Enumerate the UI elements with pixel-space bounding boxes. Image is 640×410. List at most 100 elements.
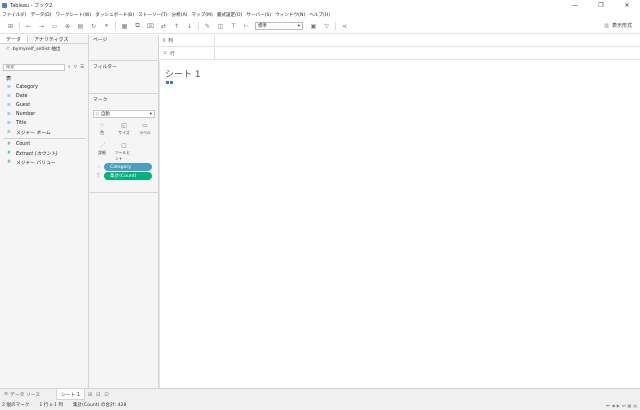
search-row: ⌕ ▽ ☰	[3, 63, 86, 71]
field-category[interactable]: ≡ Category	[0, 83, 89, 92]
new-datasource-icon[interactable]: ⊕	[63, 22, 72, 30]
sheet-tab-1[interactable]: シート 1	[56, 389, 85, 400]
tab-analytics[interactable]: アナリティクス	[28, 35, 74, 43]
save-icon[interactable]: ▭	[50, 22, 59, 30]
measure-icon: #	[7, 151, 11, 156]
new-story-tab-icon[interactable]: ⊡	[104, 392, 108, 398]
datasource-item[interactable]: ⊂ bymyself_setlist 抽出	[0, 44, 88, 54]
duplicate-icon[interactable]: ⧉	[133, 22, 142, 30]
redo-icon[interactable]: →	[37, 22, 46, 30]
mark-square[interactable]	[166, 81, 169, 84]
field-measure-values[interactable]: # メジャー バリュー	[0, 158, 89, 167]
chevron-down-icon: ▾	[149, 111, 152, 117]
color-label: 色	[100, 130, 104, 135]
new-dashboard-tab-icon[interactable]: ⊟	[96, 392, 100, 398]
group-icon[interactable]: ◫	[216, 22, 225, 30]
fit-value: 標準	[258, 24, 267, 29]
menu-file[interactable]: ファイル(F)	[2, 12, 27, 18]
field-label: Date	[16, 94, 28, 99]
rows-shelf[interactable]: ≡ 行	[159, 47, 640, 60]
viz-canvas[interactable]: シート 1	[159, 61, 640, 388]
close-button[interactable]: ✕	[614, 0, 640, 10]
pages-card[interactable]: ページ	[89, 35, 159, 61]
card-visibility-icon[interactable]: ▣	[309, 22, 318, 30]
menu-map[interactable]: マップ(M)	[191, 12, 212, 18]
mark-square[interactable]	[170, 81, 173, 84]
tab-data[interactable]: データ	[0, 35, 29, 43]
category-pill[interactable]: Category	[104, 163, 152, 171]
next-sheet-icon[interactable]: ▶	[617, 403, 620, 408]
last-sheet-icon[interactable]: ⏭	[622, 403, 626, 408]
clear-sheet-icon[interactable]: ⌧	[146, 22, 155, 30]
label-icon[interactable]: T	[229, 22, 238, 30]
new-worksheet-tab-icon[interactable]: ⊞	[88, 392, 92, 398]
first-sheet-icon[interactable]: ⏮	[606, 403, 610, 408]
new-worksheet-icon[interactable]: ▤	[76, 22, 85, 30]
field-label: Count	[16, 142, 31, 147]
menu-dashboard[interactable]: ダッシュボード(B)	[95, 12, 134, 18]
show-me-label: 表示形式	[611, 23, 632, 29]
size-button[interactable]: ◱ サイズ	[115, 122, 133, 138]
filters-label: フィルター	[93, 65, 117, 70]
field-date[interactable]: ≡ Date	[0, 92, 89, 101]
menu-format[interactable]: 書式設定(O)	[217, 12, 243, 18]
swap-icon[interactable]: ⇄	[159, 22, 168, 30]
menu-bar: ファイル(F) データ(D) ワークシート(W) ダッシュボード(B) ストーリ…	[0, 10, 640, 19]
sheet-sorter-icon[interactable]: ▦	[627, 403, 631, 408]
toolbar-divider	[335, 22, 336, 30]
field-measure-names[interactable]: ≡ メジャー ネーム	[0, 128, 89, 137]
sort-desc-icon[interactable]: ↓	[185, 22, 194, 30]
tooltip-label: ツールヒント	[115, 150, 131, 161]
view-toggle-icon[interactable]: ☰	[80, 65, 84, 70]
tableau-home-icon[interactable]: ⊞	[6, 22, 15, 30]
fit-dropdown[interactable]: 標準 ▾	[255, 22, 303, 30]
share-icon[interactable]: ⋖	[340, 22, 349, 30]
menu-window[interactable]: ウィンドウ(N)	[275, 12, 305, 18]
window-controls: — ❐ ✕	[562, 0, 640, 10]
show-me-button[interactable]: ▥ 表示形式	[604, 22, 632, 30]
pill-row-category: ⁘ Category	[97, 163, 152, 171]
field-label: メジャー ネーム	[16, 131, 51, 136]
filters-card[interactable]: フィルター	[89, 62, 159, 94]
tooltip-button[interactable]: ▢ ツールヒント	[115, 142, 133, 161]
fix-axes-icon[interactable]: ⊢	[242, 22, 251, 30]
sort-asc-icon[interactable]: ↑	[172, 22, 181, 30]
pause-icon[interactable]: ⏸	[102, 22, 111, 30]
field-extract-count[interactable]: # Extract (カウント)	[0, 149, 89, 158]
label-button[interactable]: ▭ ラベル	[136, 122, 154, 138]
columns-shelf[interactable]: ⦀ 列	[159, 34, 640, 47]
menu-server[interactable]: サーバー(S)	[246, 12, 271, 18]
sheet-title[interactable]: シート 1	[165, 67, 201, 80]
menu-data[interactable]: データ(D)	[31, 12, 52, 18]
filmstrip-icon[interactable]: ▤	[633, 403, 637, 408]
restore-button[interactable]: ❐	[588, 0, 614, 10]
data-pane: データ アナリティクス ⊂ bymyself_setlist 抽出 ⌕ ▽ ☰ …	[0, 35, 89, 388]
data-source-tab[interactable]: ⊙ データ ソース	[0, 391, 56, 398]
field-number[interactable]: ≡ Number	[0, 110, 89, 119]
field-guest[interactable]: ≡ Guest	[0, 101, 89, 110]
menu-story[interactable]: ストーリー(T)	[138, 12, 167, 18]
filter-icon[interactable]: ▽	[74, 65, 78, 70]
highlight-icon[interactable]: ✎	[203, 22, 212, 30]
menu-worksheet[interactable]: ワークシート(W)	[56, 12, 92, 18]
detail-button[interactable]: ⋰ 詳細	[93, 142, 111, 158]
count-pill[interactable]: 集計(Count)	[104, 172, 152, 180]
menu-help[interactable]: ヘルプ(H)	[309, 12, 330, 18]
refresh-icon[interactable]: ↻	[89, 22, 98, 30]
minimize-button[interactable]: —	[562, 0, 588, 10]
search-icon[interactable]: ⌕	[68, 64, 71, 70]
mark-type-dropdown[interactable]: ▫ 自動 ▾	[93, 110, 155, 118]
presentation-icon[interactable]: ▽	[322, 22, 331, 30]
field-search-input[interactable]	[3, 63, 65, 71]
field-title[interactable]: ≡ Title	[0, 119, 89, 128]
measure-icon: #	[7, 160, 11, 165]
field-count[interactable]: # Count	[0, 140, 89, 149]
color-button[interactable]: ⁘ 色	[93, 122, 111, 138]
menu-analysis[interactable]: 分析(A)	[172, 12, 188, 18]
pill-row-count: T 集計(Count)	[97, 172, 152, 180]
size-icon: ◱	[121, 122, 127, 129]
show-me-icon[interactable]: ▦	[120, 22, 129, 30]
prev-sheet-icon[interactable]: ◀	[612, 403, 615, 408]
viz-marks	[166, 81, 174, 84]
undo-icon[interactable]: ←	[24, 22, 33, 30]
